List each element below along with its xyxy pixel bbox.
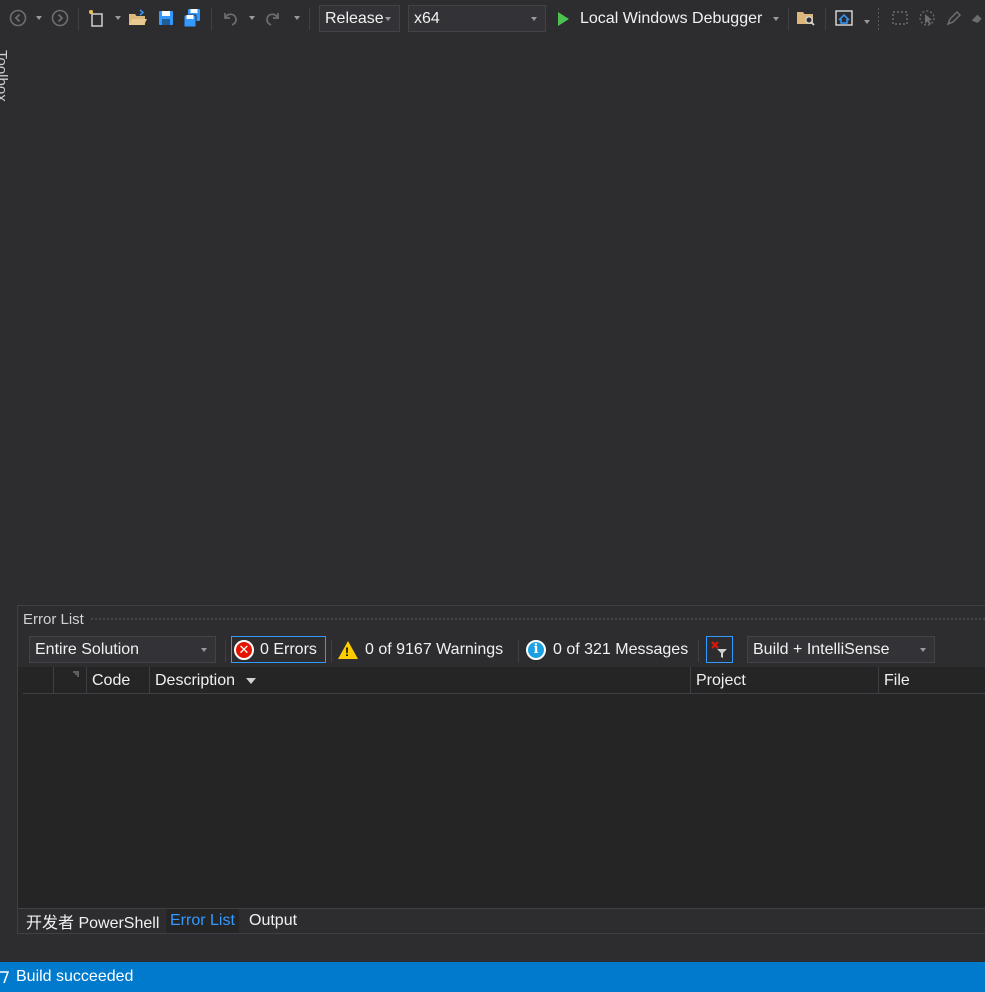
column-header-file[interactable]: File [878,667,985,694]
toolbar-separator [698,640,699,662]
tab-developer-powershell-label: 开发者 PowerShell [26,915,160,932]
cursor-icon[interactable] [917,8,937,28]
tab-output-label: Output [249,912,298,929]
errors-filter-button[interactable]: ✕ 0 Errors [231,636,326,663]
column-header-description[interactable]: Description [149,667,690,694]
toolbar-separator [788,8,789,30]
document-well [14,38,985,604]
error-icon: ✕ [234,639,254,660]
chevron-down-icon [920,648,926,652]
messages-filter-label: 0 of 321 Messages [553,640,689,658]
warnings-filter-button[interactable]: ! 0 of 9167 Warnings [338,636,503,663]
error-list-window: Error List Entire Solution ✕ 0 Errors ! … [17,605,985,934]
toolbox-side-tab-label: Toolbox [0,50,10,102]
column-header-description-label: Description [155,671,236,689]
select-icon[interactable] [890,8,910,28]
save-icon[interactable] [156,8,176,28]
tab-output[interactable]: Output [245,909,301,933]
error-list-title-bar[interactable]: Error List [18,606,985,632]
toolbar-separator [331,640,332,662]
browser-dropdown-icon[interactable] [864,20,870,24]
new-project-dropdown-icon[interactable] [115,16,121,20]
solution-configuration-select[interactable]: Release [319,5,400,32]
status-bar: Build succeeded [0,962,985,992]
solution-configuration-value: Release [325,9,384,27]
info-icon: i [526,639,546,660]
error-grid-header: Code Description Project File [23,667,985,694]
messages-filter-button[interactable]: i 0 of 321 Messages [526,636,688,663]
toolbar-separator [825,8,826,30]
build-source-select[interactable]: Build + IntelliSense [747,636,935,663]
open-file-icon[interactable] [128,8,148,28]
debugger-dropdown-icon[interactable] [773,17,779,21]
toolbar-separator [518,640,519,662]
clear-filter-icon [710,640,727,658]
solution-platform-select[interactable]: x64 [408,5,546,32]
find-in-files-icon[interactable] [796,8,816,28]
toolbar-separator [225,640,226,662]
errors-filter-label: 0 Errors [260,640,317,658]
toolbar-separator [309,8,310,30]
back-icon[interactable] [8,8,28,28]
solution-platform-value: x64 [414,9,440,27]
clear-filter-button[interactable] [706,636,733,663]
toolbar-separator [78,8,79,30]
column-header-suppression[interactable] [53,667,88,694]
eraser-icon[interactable] [970,8,985,28]
back-dropdown-icon[interactable] [36,16,42,20]
tab-error-list-label: Error List [170,912,235,929]
forward-icon[interactable] [50,8,70,28]
column-header-code[interactable]: Code [86,667,148,694]
chevron-down-icon [531,17,537,21]
error-list-title: Error List [23,610,84,628]
error-list-toolbar: Entire Solution ✕ 0 Errors ! 0 of 9167 W… [18,632,985,667]
column-header-file-label: File [884,671,910,689]
column-header-project[interactable]: Project [690,667,878,694]
title-grip [89,616,985,622]
column-filter-icon [73,671,79,677]
toolbar-grip [878,8,879,30]
pen-icon[interactable] [944,8,964,28]
toolbar-separator [211,8,212,30]
start-debugging-label: Local Windows Debugger [580,9,763,27]
scope-select-value: Entire Solution [35,640,140,658]
toolbox-side-tab[interactable]: Toolbox [0,38,14,118]
column-header-code-label: Code [92,671,131,689]
redo-icon[interactable] [263,8,283,28]
tab-developer-powershell[interactable]: 开发者 PowerShell [22,909,163,933]
new-project-icon[interactable] [87,8,107,28]
warnings-filter-label: 0 of 9167 Warnings [365,640,504,658]
column-header-project-label: Project [696,671,746,689]
sort-descending-icon [246,677,257,684]
warning-icon: ! [338,640,358,659]
save-all-icon[interactable] [182,8,202,28]
scope-select[interactable]: Entire Solution [29,636,216,663]
main-toolbar: Release x64 Local Windows Debugger [0,0,985,38]
undo-dropdown-icon[interactable] [249,16,255,20]
chevron-down-icon [201,648,207,652]
tool-window-tabs: 开发者 PowerShell Error List Output [18,908,985,933]
browser-icon[interactable] [834,8,854,28]
start-debugging-button[interactable]: Local Windows Debugger [552,5,779,32]
tab-error-list[interactable]: Error List [166,909,239,933]
redo-dropdown-icon[interactable] [294,16,300,20]
status-message: Build succeeded [16,968,134,985]
undo-icon[interactable] [220,8,240,28]
play-icon [558,11,569,26]
build-source-select-value: Build + IntelliSense [753,640,890,658]
build-status-icon [0,970,10,984]
error-grid-body[interactable] [23,694,985,908]
chevron-down-icon [385,17,391,21]
